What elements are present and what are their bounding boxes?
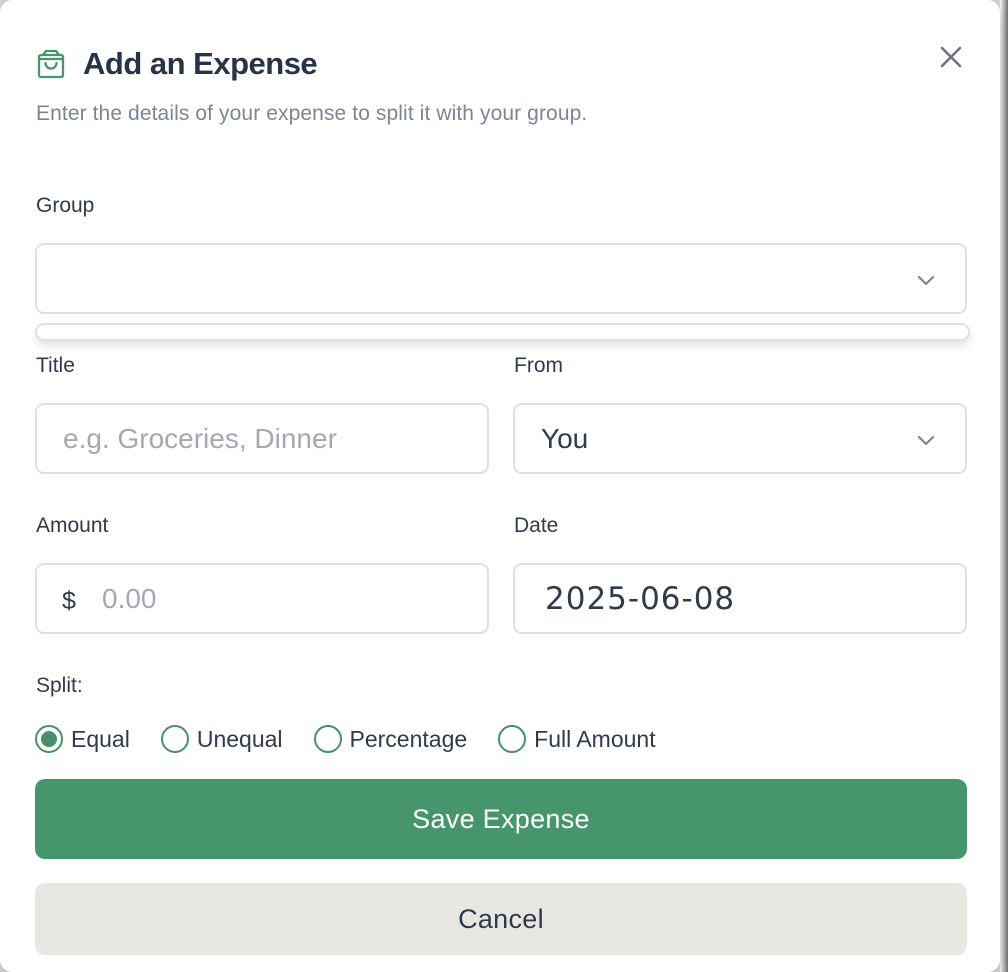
- split-option-label: Full Amount: [534, 725, 656, 752]
- backdrop-overlay: [1000, 0, 1008, 972]
- dialog-title: Add an Expense: [83, 46, 318, 81]
- close-button[interactable]: [934, 40, 968, 74]
- date-input[interactable]: 2025-06-08: [513, 563, 967, 634]
- dialog-header: Add an Expense: [36, 44, 318, 84]
- amount-input[interactable]: [102, 582, 462, 615]
- shopping-bag-icon: [37, 49, 65, 79]
- group-dropdown-list[interactable]: [35, 323, 970, 341]
- radio-percentage[interactable]: [313, 725, 342, 753]
- close-icon: [940, 46, 962, 68]
- from-label: From: [514, 354, 563, 377]
- title-label: Title: [36, 354, 75, 377]
- group-label: Group: [36, 194, 95, 217]
- radio-unequal[interactable]: [160, 725, 189, 753]
- chevron-down-icon: [917, 435, 935, 446]
- split-option-percentage[interactable]: Percentage: [313, 725, 468, 753]
- group-select[interactable]: [35, 243, 967, 314]
- radio-equal[interactable]: [35, 725, 63, 753]
- add-expense-dialog: Add an Expense Enter the details of your…: [0, 0, 1000, 972]
- amount-label: Amount: [36, 514, 109, 537]
- split-label: Split:: [36, 674, 83, 697]
- split-option-unequal[interactable]: Unequal: [160, 725, 283, 753]
- date-value: 2025-06-08: [545, 580, 736, 617]
- title-input-wrapper: [35, 403, 489, 474]
- dialog-subtitle: Enter the details of your expense to spl…: [36, 102, 588, 125]
- currency-symbol: $: [62, 587, 76, 615]
- split-option-equal[interactable]: Equal: [35, 725, 130, 753]
- from-selected-value: You: [541, 422, 589, 454]
- split-option-label: Unequal: [196, 725, 283, 752]
- radio-full-amount[interactable]: [498, 725, 527, 753]
- cancel-button[interactable]: Cancel: [35, 883, 967, 955]
- save-expense-button[interactable]: Save Expense: [35, 779, 967, 859]
- amount-input-wrapper: $: [35, 563, 489, 634]
- date-label: Date: [514, 514, 559, 537]
- split-option-full-amount[interactable]: Full Amount: [498, 725, 656, 753]
- split-option-label: Equal: [71, 725, 130, 752]
- split-options: Equal Unequal Percentage Full Amount: [35, 724, 687, 754]
- title-input[interactable]: [63, 422, 463, 455]
- split-option-label: Percentage: [349, 725, 468, 752]
- from-select[interactable]: You: [513, 403, 967, 474]
- chevron-down-icon: [917, 275, 935, 286]
